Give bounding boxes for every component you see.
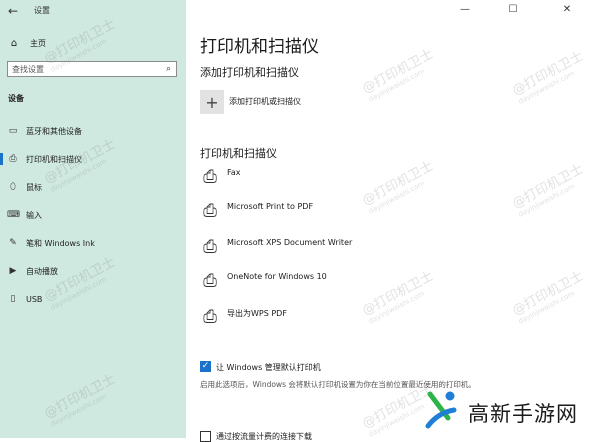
- keyboard-icon: ⌨: [7, 210, 20, 220]
- add-printer-button[interactable]: +: [200, 90, 224, 114]
- close-button[interactable]: ✕: [550, 0, 584, 18]
- printers-section-title: 打印机和扫描仪: [200, 147, 277, 160]
- printer-name: OneNote for Windows 10: [227, 272, 327, 281]
- add-section-title: 添加打印机和扫描仪: [200, 66, 299, 79]
- sidebar-item-label: 鼠标: [26, 182, 42, 192]
- sidebar-item-mouse[interactable]: ⬯ 鼠标: [0, 177, 186, 197]
- add-printer-label[interactable]: 添加打印机或扫描仪: [229, 96, 301, 107]
- bluetooth-icon: ▭: [8, 126, 18, 136]
- printer-name: 导出为WPS PDF: [227, 309, 287, 318]
- document-printer-icon: ⎙: [203, 271, 217, 291]
- autoplay-icon: ▶: [9, 266, 17, 276]
- brand-logo: 高新手游网: [418, 388, 594, 434]
- sidebar-item-label: 蓝牙和其他设备: [26, 126, 82, 136]
- sidebar-item-label: 笔和 Windows Ink: [26, 238, 95, 248]
- printer-icon: ⎙: [203, 307, 217, 327]
- printer-name: Fax: [227, 168, 241, 177]
- pen-icon: ✎: [9, 238, 17, 248]
- printer-item[interactable]: ⎙ OneNote for Windows 10: [200, 270, 500, 298]
- sidebar-section-title: 设备: [8, 94, 24, 103]
- brand-logo-icon: [425, 391, 457, 429]
- fax-printer-icon: ⎙: [203, 167, 217, 187]
- back-arrow-icon[interactable]: ←: [8, 4, 18, 18]
- pdf-printer-icon: ⎙: [203, 201, 217, 221]
- sidebar-item-bluetooth[interactable]: ▭ 蓝牙和其他设备: [0, 121, 186, 141]
- search-input[interactable]: 查找设置 ⌕: [7, 61, 177, 77]
- search-icon[interactable]: ⌕: [166, 64, 171, 74]
- active-indicator: [0, 153, 3, 165]
- default-printer-label[interactable]: 让 Windows 管理默认打印机: [216, 362, 321, 373]
- metered-connection-label[interactable]: 通过按流量计费的连接下载: [216, 431, 312, 442]
- printer-icon: ⎙: [9, 154, 17, 164]
- check-icon: ✓: [201, 361, 210, 371]
- sidebar-item-label: 输入: [26, 210, 42, 220]
- usb-icon: ▯: [10, 294, 16, 304]
- printer-name: Microsoft XPS Document Writer: [227, 238, 353, 247]
- sidebar-item-usb[interactable]: ▯ USB: [0, 289, 186, 309]
- maximize-button[interactable]: ☐: [496, 0, 530, 18]
- sidebar-item-typing[interactable]: ⌨ 输入: [0, 205, 186, 225]
- printer-item[interactable]: ⎙ 导出为WPS PDF: [200, 306, 500, 334]
- printer-item[interactable]: ⎙ Fax: [200, 166, 500, 194]
- search-placeholder: 查找设置: [12, 64, 44, 74]
- brand-logo-text: 高新手游网: [468, 402, 578, 426]
- sidebar-item-label: USB: [26, 294, 43, 304]
- page-title: 打印机和扫描仪: [200, 37, 319, 57]
- sidebar-item-pen[interactable]: ✎ 笔和 Windows Ink: [0, 233, 186, 253]
- window-title: 设置: [34, 6, 50, 15]
- document-printer-icon: ⎙: [203, 237, 217, 257]
- metered-connection-checkbox[interactable]: [200, 431, 211, 442]
- sidebar: ← 设置 ⌂ 主页 查找设置 ⌕ 设备 ▭ 蓝牙和其他设备 ⎙ 打印机和扫描仪 …: [0, 0, 186, 438]
- printer-item[interactable]: ⎙ Microsoft Print to PDF: [200, 200, 500, 228]
- plus-icon: +: [205, 92, 219, 112]
- mouse-icon: ⬯: [10, 182, 16, 192]
- sidebar-item-label: 自动播放: [26, 266, 58, 276]
- printer-name: Microsoft Print to PDF: [227, 202, 314, 211]
- default-printer-checkbox[interactable]: ✓: [200, 361, 211, 372]
- printer-item[interactable]: ⎙ Microsoft XPS Document Writer: [200, 236, 500, 264]
- home-icon: ⌂: [10, 37, 18, 49]
- minimize-button[interactable]: —: [448, 0, 482, 18]
- sidebar-item-home[interactable]: ⌂ 主页: [8, 37, 46, 49]
